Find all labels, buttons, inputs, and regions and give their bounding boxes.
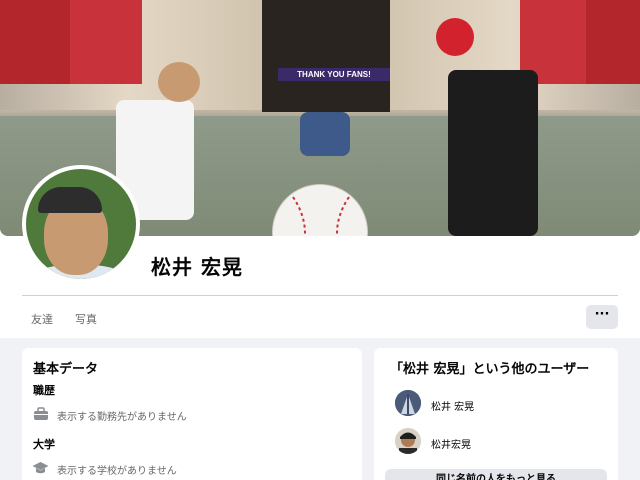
other-user-avatar[interactable] [395,428,421,454]
profile-avatar[interactable] [22,165,140,283]
other-user-name[interactable]: 松井 宏晃 [431,398,474,413]
cover-sign: THANK YOU FANS! [278,68,390,81]
graduation-cap-icon [32,460,49,474]
see-more-button[interactable]: 同じ名前の人をもっと見る [385,469,607,480]
cover-person-right [448,70,538,236]
more-options-button[interactable]: ··· [586,305,618,329]
see-more-label: 同じ名前の人をもっと見る [436,474,556,480]
profile-name: 松井 宏晃 [151,255,243,279]
other-users-card: 「松井 宏晃」という他のユーザー 松井 宏晃 松井宏晃 [374,348,618,480]
education-heading: 大学 [33,438,55,451]
basic-data-title: 基本データ [33,362,99,377]
other-user-name[interactable]: 松井宏晃 [431,436,471,451]
cover-person-middle [300,112,350,156]
tab-photos[interactable]: 写真 [75,311,97,327]
other-user-avatar[interactable] [395,390,421,416]
cover-archway [262,0,390,112]
briefcase-icon [33,406,49,420]
cover-banner-left [0,0,70,84]
work-heading: 職歴 [33,384,55,397]
other-users-title: 「松井 宏晃」という他のユーザー [390,362,590,377]
work-empty-text: 表示する勤務先がありません [57,412,187,423]
profile-header: THANK YOU FANS! 松井 宏晃 友達 写真 ··· [0,0,640,338]
basic-data-card: 基本データ 職歴 表示する勤務先がありません 大学 表示する学校がありません [22,348,362,480]
cover-person-left-head [158,62,200,102]
cover-baseball [272,184,368,236]
cover-person-right-cap [436,18,474,56]
header-divider [22,295,618,296]
cover-banner-right-2 [586,0,640,84]
education-empty-text: 表示する学校がありません [57,466,177,477]
avatar-cap [38,187,102,213]
cover-banner-left-2 [70,0,142,84]
tab-friends[interactable]: 友達 [31,311,53,327]
